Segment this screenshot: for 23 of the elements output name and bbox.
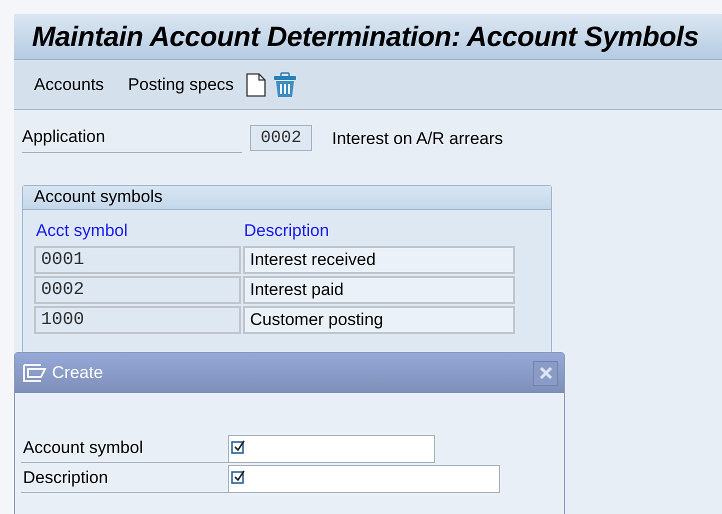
input-field[interactable] [228, 435, 435, 463]
column-header[interactable]: Acct symbol [36, 218, 244, 243]
dialog-title: Create [52, 362, 104, 384]
input-field[interactable] [228, 465, 500, 493]
table-cell: Customer posting [243, 306, 515, 334]
close-icon [538, 366, 552, 380]
dialog-icon [23, 364, 47, 382]
toolbar-menu-button[interactable]: Accounts [34, 72, 104, 98]
table-cell: 0002 [34, 276, 241, 304]
table-cell: 0001 [34, 246, 241, 274]
table-cell: Interest received [243, 246, 515, 274]
trash-icon[interactable] [272, 72, 298, 98]
column-header[interactable]: Description [244, 218, 330, 243]
field-label: Application [22, 124, 242, 152]
close-button[interactable] [533, 360, 558, 386]
new-document-icon[interactable] [246, 72, 266, 96]
group-title: Account symbols [34, 186, 162, 208]
application-description: Interest on A/R arrears [332, 128, 504, 150]
table-cell: Interest paid [243, 276, 515, 304]
application-field[interactable]: 0002 [250, 125, 312, 152]
toolbar-menu-button[interactable]: Posting specs [128, 72, 234, 98]
window-title: Maintain Account Determination: Account Symbols [32, 20, 699, 54]
table-cell: 1000 [34, 306, 241, 334]
